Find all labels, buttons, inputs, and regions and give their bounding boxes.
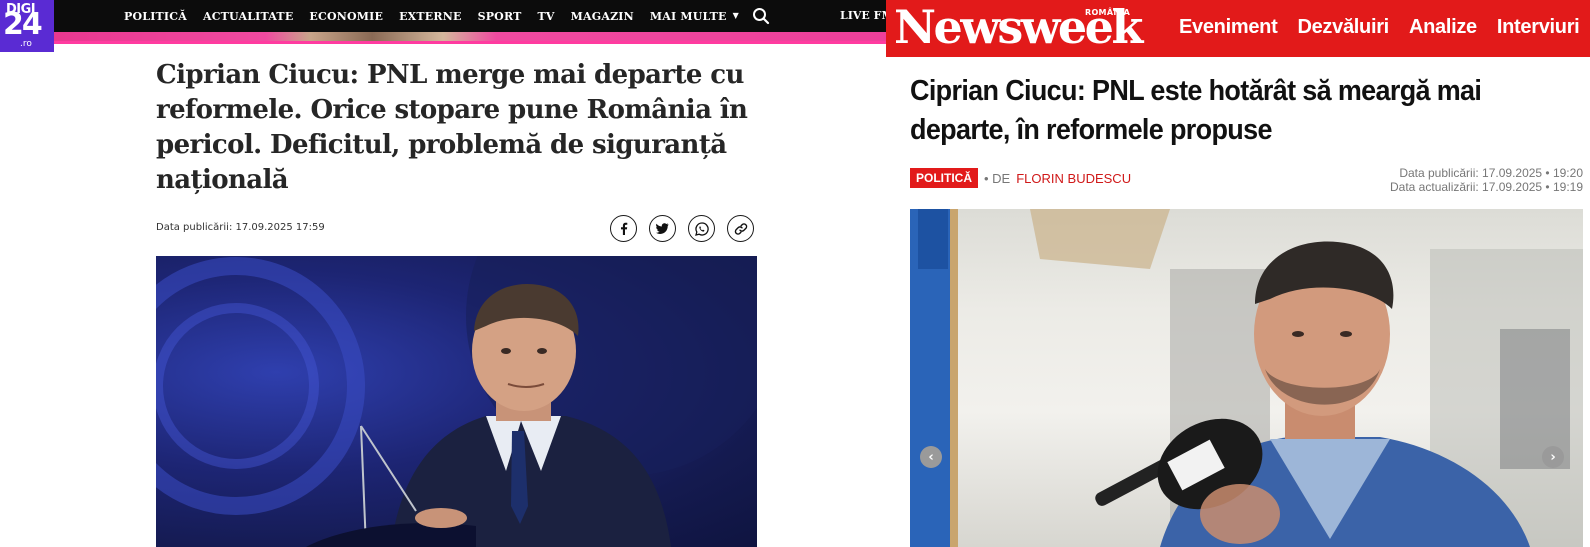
digi24-logo[interactable]: DIGI 24 .ro	[0, 0, 54, 52]
chevron-right-icon: ›	[1550, 449, 1556, 465]
article-title: Ciprian Ciucu: PNL este hotărât să mearg…	[910, 75, 1482, 146]
nav-item-interviuri[interactable]: Interviuri	[1497, 16, 1580, 39]
digi24-logo-suffix: .ro	[20, 39, 32, 49]
carousel-next-button[interactable]: ›	[1542, 446, 1564, 468]
updated-date: Data actualizării: 17.09.2025 • 19:19	[1390, 180, 1583, 194]
newsweek-header: Newsweek ROMÂNIA Eveniment Dezvăluiri An…	[886, 0, 1590, 57]
byline-prefix: • DE	[984, 170, 1011, 186]
facebook-icon	[621, 222, 628, 235]
publish-date-value: 17.09.2025 17:59	[235, 222, 325, 233]
nav-item-magazin[interactable]: MAGAZIN	[571, 10, 634, 23]
share-whatsapp-button[interactable]	[688, 215, 715, 242]
digi24-logo-main: 24	[3, 7, 43, 42]
share-x-button[interactable]	[649, 215, 676, 242]
nav-item-mai-multe-label: MAI MULTE	[649, 9, 727, 23]
copy-link-button[interactable]	[727, 215, 754, 242]
publish-date-label: Data publicării:	[156, 222, 233, 233]
live-fm-link[interactable]: LIVE FM	[840, 9, 886, 22]
digi24-promo-strip[interactable]	[0, 32, 886, 44]
carousel-prev-button[interactable]: ‹	[920, 446, 942, 468]
nav-item-mai-multe[interactable]: MAI MULTE ▼	[650, 10, 739, 23]
nav-item-analize[interactable]: Analize	[1409, 16, 1477, 39]
chevron-left-icon: ‹	[928, 449, 934, 465]
nav-item-actualitate[interactable]: ACTUALITATE	[203, 10, 293, 23]
nav-item-sport[interactable]: SPORT	[478, 10, 522, 23]
newsweek-page: Newsweek ROMÂNIA Eveniment Dezvăluiri An…	[886, 0, 1590, 547]
article-photo-scene	[156, 256, 757, 547]
chevron-down-icon: ▼	[732, 9, 739, 20]
digi24-nav-menu: POLITICĂ ACTUALITATE ECONOMIE EXTERNE SP…	[124, 0, 739, 32]
nav-item-eveniment[interactable]: Eveniment	[1179, 16, 1278, 39]
search-icon[interactable]	[752, 7, 770, 25]
article-dates: Data publicării: 17.09.2025 • 19:20 Data…	[1390, 166, 1583, 194]
newsweek-nav-menu: Eveniment Dezvăluiri Analize Interviuri	[1179, 16, 1580, 39]
whatsapp-icon	[694, 221, 709, 236]
share-buttons	[610, 215, 754, 242]
nav-item-politica[interactable]: POLITICĂ	[124, 10, 187, 23]
nav-item-externe[interactable]: EXTERNE	[399, 10, 461, 23]
publish-date: Data publicării: 17.09.2025 17:59	[156, 222, 325, 233]
category-badge[interactable]: POLITICĂ	[910, 168, 978, 188]
nav-item-economie[interactable]: ECONOMIE	[309, 10, 383, 23]
digi24-page: DIGI 24 .ro POLITICĂ ACTUALITATE ECONOMI…	[0, 0, 886, 547]
article-photo[interactable]	[156, 256, 757, 547]
copy-link-icon	[734, 222, 747, 235]
article-photo[interactable]: ‹ ›	[910, 209, 1583, 547]
nav-item-dezvaluiri[interactable]: Dezvăluiri	[1297, 16, 1389, 39]
newsweek-edition-label: ROMÂNIA	[1085, 8, 1131, 17]
published-date: Data publicării: 17.09.2025 • 19:20	[1399, 166, 1583, 180]
author-link[interactable]: FLORIN BUDESCU	[1016, 171, 1131, 186]
article-photo-scene	[910, 209, 1583, 547]
share-facebook-button[interactable]	[610, 215, 637, 242]
x-twitter-icon	[656, 222, 669, 234]
article-title: Ciprian Ciucu: PNL merge mai departe cu …	[156, 60, 748, 195]
article-byline: POLITICĂ • DE FLORIN BUDESCU	[910, 168, 1131, 188]
nav-item-tv[interactable]: TV	[538, 10, 555, 23]
